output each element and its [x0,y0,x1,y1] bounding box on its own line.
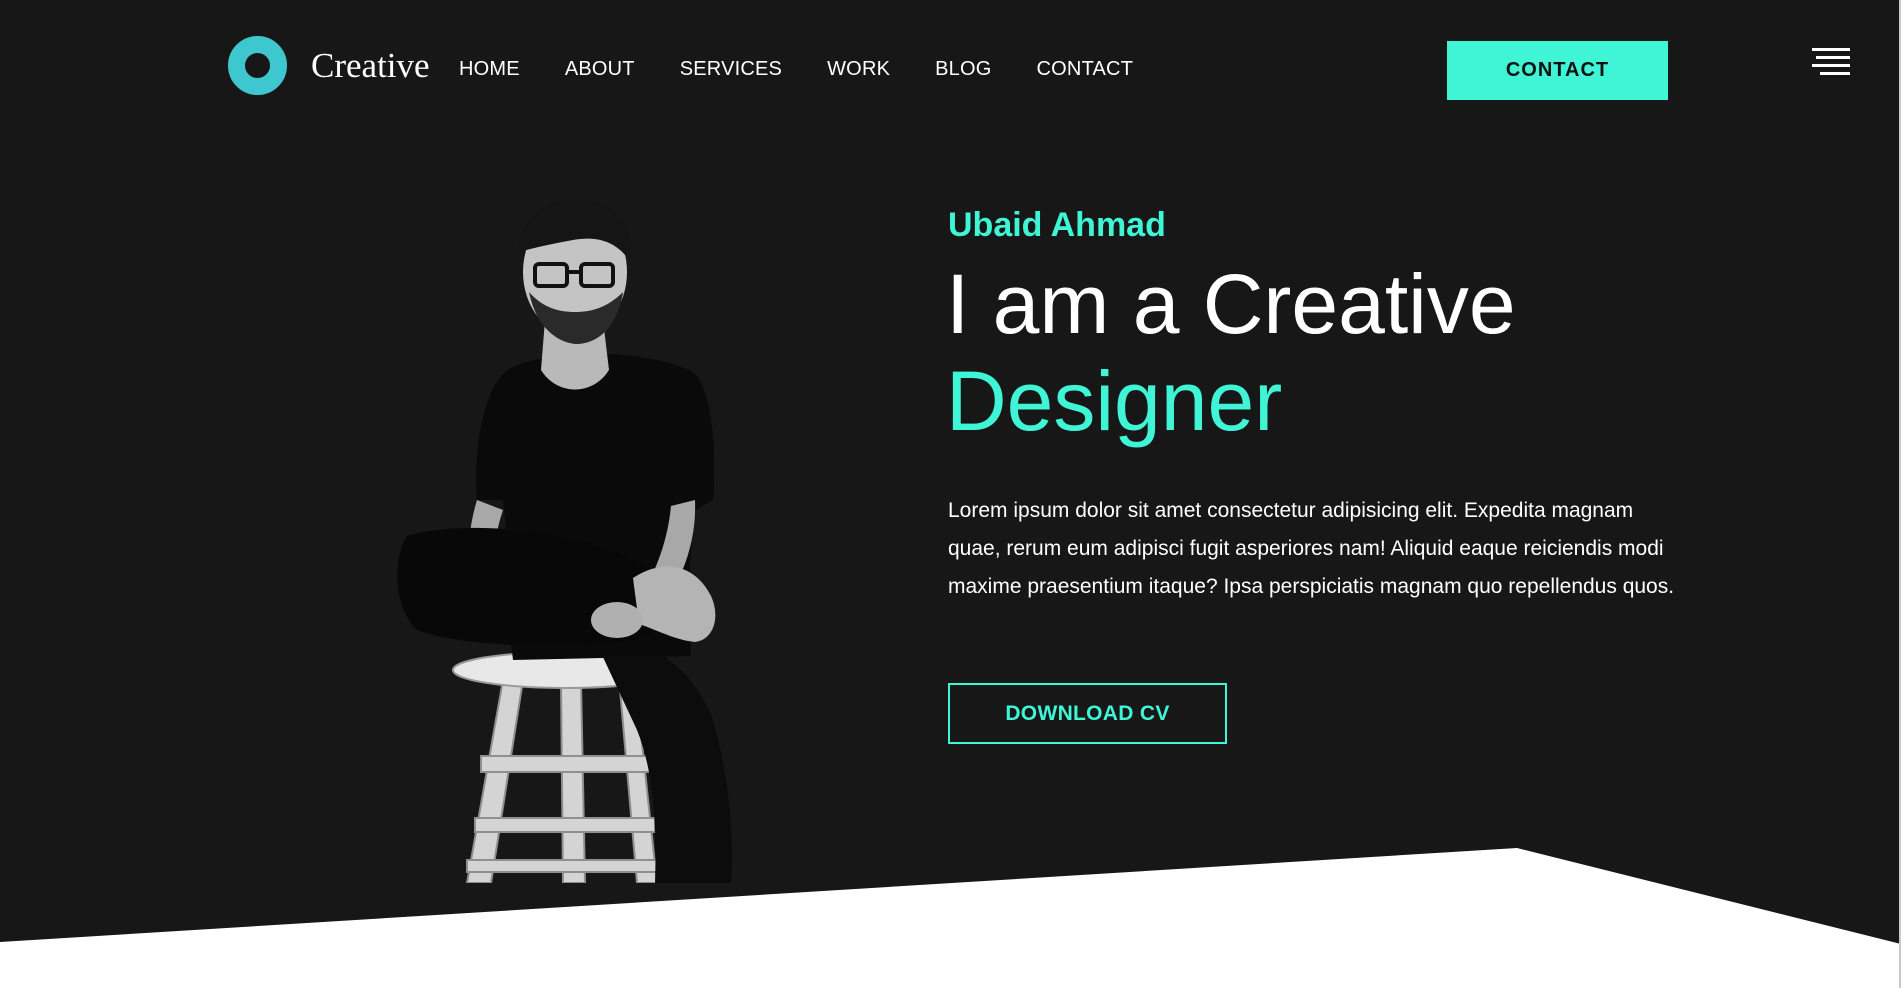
main-nav: HOME ABOUT SERVICES WORK BLOG CONTACT [459,58,1133,81]
contact-button[interactable]: CONTACT [1447,41,1668,100]
nav-link-services[interactable]: SERVICES [680,58,782,81]
page: Creative HOME ABOUT SERVICES WORK BLOG C… [0,0,1901,988]
man-seated-on-stool-photo [397,200,733,883]
nav-link-home[interactable]: HOME [459,58,520,81]
hero-name: Ubaid Ahmad [948,206,1166,244]
logo[interactable]: Creative [228,36,430,95]
hero-headline: I am a Creative [946,257,1516,351]
nav-link-blog[interactable]: BLOG [935,58,991,81]
hero-headline-accent: Designer [946,354,1283,448]
ring-logo-icon [228,36,287,95]
nav-link-work[interactable]: WORK [827,58,890,81]
hamburger-menu-icon[interactable] [1810,48,1850,76]
download-cv-button[interactable]: DOWNLOAD CV [948,683,1227,744]
logo-text: Creative [311,46,430,85]
nav-link-contact[interactable]: CONTACT [1037,58,1134,81]
nav-link-about[interactable]: ABOUT [565,58,635,81]
hero-bio: Lorem ipsum dolor sit amet consectetur a… [948,499,1675,598]
hero-dark-panel [0,0,1901,944]
